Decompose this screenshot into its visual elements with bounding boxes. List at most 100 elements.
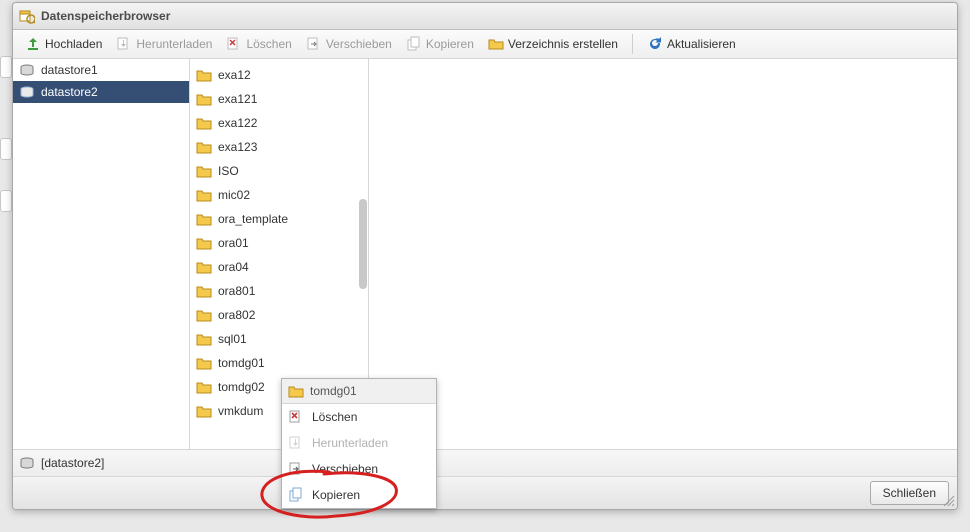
folder-label: tomdg01: [218, 356, 265, 370]
datastore-icon: [19, 64, 35, 76]
close-button[interactable]: Schließen: [870, 481, 949, 505]
datastore-item[interactable]: datastore1: [13, 59, 189, 81]
ctx-download-label: Herunterladen: [312, 436, 388, 450]
copy-icon: [406, 36, 422, 52]
window-title: Datenspeicherbrowser: [41, 9, 170, 23]
ctx-move-label: Verschieben: [312, 462, 378, 476]
folder-label: ora01: [218, 236, 249, 250]
refresh-label: Aktualisieren: [667, 37, 736, 51]
folder-label: tomdg02: [218, 380, 265, 394]
delete-button[interactable]: Löschen: [220, 33, 297, 55]
delete-icon: [226, 36, 242, 52]
folder-row[interactable]: exa121: [190, 87, 368, 111]
delete-label: Löschen: [246, 37, 291, 51]
folder-icon: [196, 284, 212, 298]
folder-icon: [196, 164, 212, 178]
folder-row[interactable]: ora01: [190, 231, 368, 255]
folder-label: exa123: [218, 140, 257, 154]
folder-row[interactable]: tomdg01: [190, 351, 368, 375]
folder-icon: [196, 236, 212, 250]
download-button[interactable]: Herunterladen: [110, 33, 218, 55]
folder-icon: [196, 140, 212, 154]
ctx-download: Herunterladen: [282, 430, 436, 456]
folder-row[interactable]: exa122: [190, 111, 368, 135]
folder-icon: [196, 308, 212, 322]
folder-icon: [196, 188, 212, 202]
folder-row[interactable]: sql01: [190, 327, 368, 351]
datastore-label: datastore1: [41, 63, 98, 77]
mkdir-label: Verzeichnis erstellen: [508, 37, 618, 51]
upload-icon: [25, 36, 41, 52]
copy-icon: [288, 487, 304, 503]
datastore-item[interactable]: datastore2: [13, 81, 189, 103]
content-pane: [369, 59, 957, 449]
folder-row[interactable]: ora04: [190, 255, 368, 279]
folder-label: mic02: [218, 188, 250, 202]
new-folder-icon: [488, 36, 504, 52]
context-target-label: tomdg01: [310, 384, 357, 398]
ctx-copy[interactable]: Kopieren: [282, 482, 436, 508]
ctx-delete[interactable]: Löschen: [282, 404, 436, 430]
download-label: Herunterladen: [136, 37, 212, 51]
download-icon: [288, 435, 304, 451]
move-label: Verschieben: [326, 37, 392, 51]
folder-label: exa12: [218, 68, 251, 82]
ctx-move[interactable]: Verschieben: [282, 456, 436, 482]
resize-handle-icon[interactable]: [943, 495, 955, 507]
toolbar: Hochladen Herunterladen Löschen Verschie…: [13, 30, 957, 59]
ctx-copy-label: Kopieren: [312, 488, 360, 502]
folder-icon: [196, 404, 212, 418]
folder-label: sql01: [218, 332, 247, 346]
copy-button[interactable]: Kopieren: [400, 33, 480, 55]
folder-label: ora04: [218, 260, 249, 274]
folder-icon: [288, 384, 304, 398]
move-button[interactable]: Verschieben: [300, 33, 398, 55]
folder-row[interactable]: mic02: [190, 183, 368, 207]
ctx-delete-label: Löschen: [312, 410, 357, 424]
datastore-icon: [19, 457, 35, 469]
folder-icon: [196, 92, 212, 106]
datastore-icon: [19, 86, 35, 98]
context-menu-header: tomdg01: [282, 379, 436, 404]
move-icon: [306, 36, 322, 52]
status-path: [datastore2]: [41, 456, 104, 470]
scrollbar-thumb[interactable]: [359, 199, 367, 289]
footer: Schließen: [13, 477, 957, 509]
folder-row[interactable]: ora_template: [190, 207, 368, 231]
datastore-browser-icon: [19, 8, 35, 24]
refresh-button[interactable]: Aktualisieren: [641, 33, 742, 55]
upload-button[interactable]: Hochladen: [19, 33, 108, 55]
folder-label: ISO: [218, 164, 239, 178]
folder-icon: [196, 332, 212, 346]
folder-icon: [196, 116, 212, 130]
refresh-icon: [647, 36, 663, 52]
upload-label: Hochladen: [45, 37, 102, 51]
folder-icon: [196, 68, 212, 82]
close-label: Schließen: [883, 486, 936, 500]
datastore-nav: datastore1 datastore2: [13, 59, 190, 449]
folder-label: exa122: [218, 116, 257, 130]
status-bar: [datastore2]: [13, 449, 957, 477]
datastore-label: datastore2: [41, 85, 98, 99]
copy-label: Kopieren: [426, 37, 474, 51]
folder-icon: [196, 212, 212, 226]
move-icon: [288, 461, 304, 477]
folder-row[interactable]: exa123: [190, 135, 368, 159]
folder-row[interactable]: ISO: [190, 159, 368, 183]
folder-label: ora_template: [218, 212, 288, 226]
folder-row[interactable]: ora801: [190, 279, 368, 303]
datastore-browser-window: Datenspeicherbrowser Hochladen Herunterl…: [12, 2, 958, 510]
download-icon: [116, 36, 132, 52]
folder-label: ora801: [218, 284, 255, 298]
folder-row[interactable]: exa12: [190, 63, 368, 87]
folder-row[interactable]: ora802: [190, 303, 368, 327]
context-menu: tomdg01 Löschen Herunterladen Verschiebe…: [281, 378, 437, 509]
titlebar[interactable]: Datenspeicherbrowser: [13, 3, 957, 30]
folder-icon: [196, 260, 212, 274]
mkdir-button[interactable]: Verzeichnis erstellen: [482, 33, 624, 55]
folder-label: exa121: [218, 92, 257, 106]
folder-icon: [196, 356, 212, 370]
folder-label: ora802: [218, 308, 255, 322]
body: datastore1 datastore2 exa12 exa121 exa122 e…: [13, 59, 957, 449]
toolbar-separator: [632, 34, 633, 54]
